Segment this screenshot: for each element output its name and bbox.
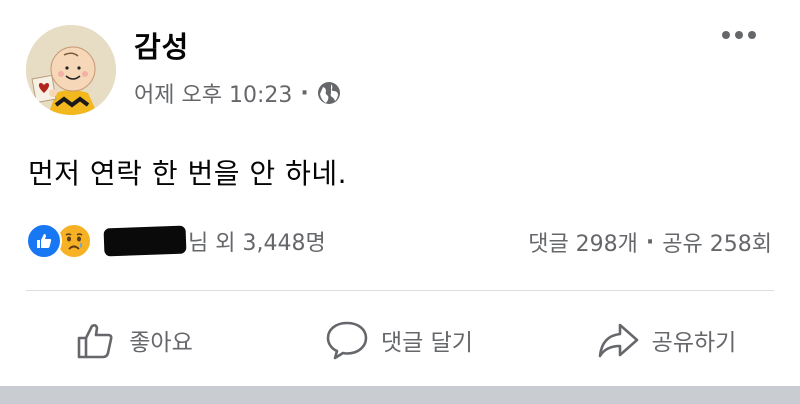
divider xyxy=(26,290,774,291)
like-icon xyxy=(26,223,62,259)
comment-count[interactable]: 댓글 298개 xyxy=(528,226,638,258)
meta-separator: · xyxy=(300,80,309,106)
redacted-name xyxy=(103,225,187,257)
share-label: 공유하기 xyxy=(651,330,737,356)
like-button[interactable]: 좋아요 xyxy=(0,312,266,368)
counts-separator: · xyxy=(645,229,655,255)
more-horizontal-icon xyxy=(722,31,730,39)
post-timestamp[interactable]: 어제 오후 10:23 xyxy=(134,77,292,109)
like-label: 좋아요 xyxy=(129,330,193,356)
action-bar: 좋아요 댓글 달기 공유하기 xyxy=(0,312,800,368)
reaction-count: 님 외 3,448명 xyxy=(188,231,326,256)
post-text: 먼저 연락 한 번을 안 하네. xyxy=(28,157,348,190)
more-options-button[interactable] xyxy=(722,31,756,39)
avatar[interactable] xyxy=(26,25,116,115)
reactions-summary[interactable]: 님 외 3,448명 xyxy=(26,223,326,259)
comment-button[interactable]: 댓글 달기 xyxy=(266,312,532,368)
globe-icon[interactable] xyxy=(317,81,341,105)
author-name[interactable]: 감성 xyxy=(134,24,189,66)
feed-separator xyxy=(0,386,800,404)
engagement-counts: 댓글 298개 · 공유 258회 xyxy=(528,226,772,258)
post-meta: 어제 오후 10:23 · xyxy=(134,78,341,108)
reaction-names: 님 외 3,448명 xyxy=(103,225,326,257)
share-icon xyxy=(598,323,638,358)
share-button[interactable]: 공유하기 xyxy=(532,312,800,368)
comment-label: 댓글 달기 xyxy=(381,330,473,356)
comment-icon xyxy=(326,321,368,360)
thumbs-up-icon xyxy=(77,324,113,359)
share-count[interactable]: 공유 258회 xyxy=(662,226,772,258)
